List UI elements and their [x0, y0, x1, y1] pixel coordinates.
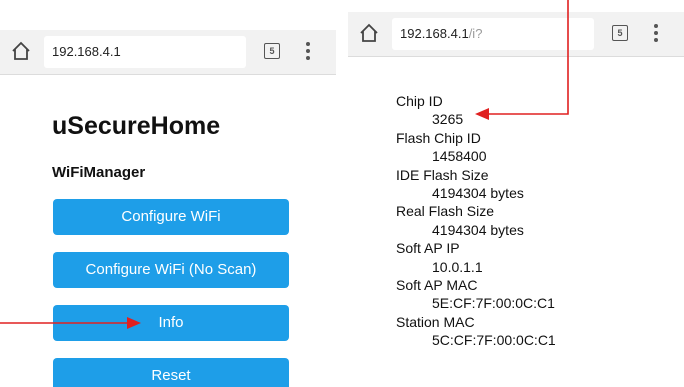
url-field[interactable]: 192.168.4.1/i?	[392, 18, 594, 50]
info-label: Chip ID	[396, 93, 443, 109]
info-button[interactable]: Info	[53, 305, 289, 341]
right-phone-screen: 192.168.4.1/i? 5 Chip ID 3265 Flash Chip…	[348, 0, 684, 387]
home-icon[interactable]	[358, 22, 380, 44]
reset-button[interactable]: Reset	[53, 358, 289, 387]
configure-wifi-no-scan-button[interactable]: Configure WiFi (No Scan)	[53, 252, 289, 288]
url-host: 192.168.4.1	[400, 26, 469, 41]
page-title: uSecureHome	[52, 112, 221, 140]
info-label: Soft AP MAC	[396, 277, 478, 294]
url-field[interactable]: 192.168.4.1	[44, 36, 246, 68]
tab-switcher-icon[interactable]: 5	[264, 43, 280, 59]
info-value: 4194304 bytes	[432, 221, 524, 238]
configure-wifi-button[interactable]: Configure WiFi	[53, 199, 289, 235]
home-icon[interactable]	[10, 40, 32, 62]
overflow-menu-icon[interactable]	[306, 42, 310, 62]
device-info-list: Chip ID 3265 Flash Chip ID 1458400 IDE F…	[396, 92, 556, 350]
overflow-menu-icon[interactable]	[654, 24, 658, 44]
info-value: 10.0.1.1	[432, 258, 483, 275]
info-value: 4194304 bytes	[432, 185, 524, 202]
url-text: 192.168.4.1	[52, 44, 121, 59]
info-value: 5E:CF:7F:00:0C:C1	[432, 295, 555, 312]
tab-switcher-icon[interactable]: 5	[612, 25, 628, 41]
page-subtitle: WiFiManager	[52, 164, 146, 181]
info-value: 3265	[432, 111, 464, 128]
address-bar: 192.168.4.1 5	[0, 30, 336, 75]
info-label: Soft AP IP	[396, 240, 460, 257]
info-label: IDE Flash Size	[396, 166, 489, 183]
url-path: /i?	[468, 26, 483, 41]
info-label: Flash Chip ID	[396, 129, 481, 146]
info-value: 5C:CF:7F:00:0C:C1	[432, 332, 556, 349]
info-value: 1458400	[432, 148, 487, 165]
info-label: Real Flash Size	[396, 203, 495, 220]
left-phone-screen: 192.168.4.1 5 uSecureHome WiFiManager Co…	[0, 0, 336, 387]
info-label: Station MAC	[396, 313, 475, 330]
address-bar: 192.168.4.1/i? 5	[348, 12, 684, 57]
